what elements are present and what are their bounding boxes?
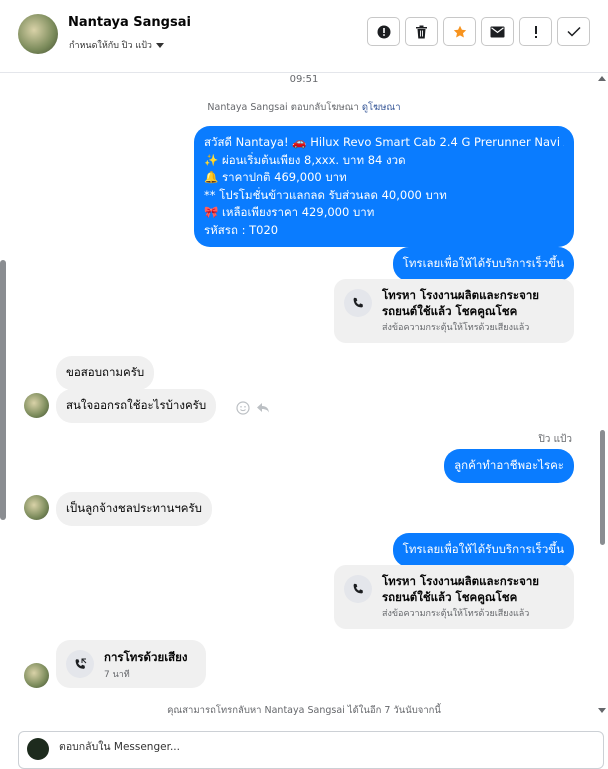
delete-button[interactable] (405, 17, 438, 46)
call-card-title: โทรหา โรงงานผลิตและกระจายรถยนต์ใช้แล้ว โ… (382, 288, 540, 318)
mark-done-button[interactable] (557, 17, 590, 46)
check-icon (566, 26, 581, 37)
view-ad-link[interactable]: ดูโฆษณา (362, 102, 401, 113)
message-actions (236, 401, 270, 415)
promo-line: ✨ ผ่อนเริ่มต้นเพียง 8,xxx. บาท 84 งวด (204, 152, 406, 167)
page-avatar (27, 738, 49, 760)
mail-icon (490, 26, 505, 37)
left-scrollbar[interactable] (0, 260, 6, 520)
star-button[interactable] (443, 17, 476, 46)
follow-up-button[interactable] (519, 17, 552, 46)
contact-avatar[interactable] (18, 14, 58, 54)
conversation-header: Nantaya Sangsai กำหนดให้กับ ปิว แป้ว (0, 0, 608, 73)
call-card[interactable]: โทรหา โรงงานผลิตและกระจายรถยนต์ใช้แล้ว โ… (334, 565, 574, 629)
incoming-message[interactable]: เป็นลูกจ้างชลประทานฯครับ (56, 492, 212, 526)
header-actions (367, 17, 590, 46)
chevron-down-icon (155, 43, 164, 48)
contact-avatar-small[interactable] (24, 393, 49, 418)
ad-reply-text: Nantaya Sangsai ตอบกลับโฆษณา (207, 102, 359, 113)
phone-icon (344, 575, 372, 603)
callback-note: คุณสามารถโทรกลับหา Nantaya Sangsai ได้ใน… (167, 705, 441, 716)
call-card[interactable]: โทรหา โรงงานผลิตและกระจายรถยนต์ใช้แล้ว โ… (334, 279, 574, 343)
contact-avatar-small[interactable] (24, 663, 49, 688)
missed-call-icon (66, 650, 94, 678)
contact-avatar-small[interactable] (24, 495, 49, 520)
reply-input[interactable] (57, 740, 581, 754)
reply-icon[interactable] (256, 401, 270, 415)
promo-line: ** โปรโมชั่นข้าวแลกลด รับส่วนลด 40,000 บ… (204, 187, 447, 202)
voice-call-title: การโทรด้วยเสียง (104, 650, 188, 664)
assign-label: กำหนดให้กับ ปิว แป้ว (69, 41, 152, 51)
contact-name[interactable]: Nantaya Sangsai (68, 15, 191, 30)
promo-line: สวัสดี Nantaya! 🚗 Hilux Revo Smart Cab 2… (204, 135, 564, 149)
call-now-button[interactable]: โทรเลยเพื่อให้ได้รับบริการเร็วขึ้น (392, 533, 574, 567)
call-card-subtitle: ส่งข้อความกระตุ้นให้โทรด้วยเสียงแล้ว (382, 323, 530, 333)
alert-circle-icon (377, 25, 390, 38)
promo-message[interactable]: สวัสดี Nantaya! 🚗 Hilux Revo Smart Cab 2… (194, 126, 574, 247)
incoming-message[interactable]: สนใจออกรถใช้อะไรบ้างครับ (56, 389, 217, 423)
reply-composer (18, 731, 604, 769)
right-scrollbar[interactable] (600, 430, 605, 545)
call-card-subtitle: ส่งข้อความกระตุ้นให้โทรด้วยเสียงแล้ว (382, 609, 530, 619)
exclamation-icon (534, 25, 537, 38)
phone-icon (344, 289, 372, 317)
promo-line: 🎀 เหลือเพียงราคา 429,000 บาท (204, 205, 375, 219)
emoji-react-icon[interactable] (236, 401, 250, 415)
incoming-message[interactable]: ขอสอบถามครับ (56, 356, 155, 390)
trash-icon (416, 25, 427, 38)
voice-call-time: 7 นาที (104, 670, 130, 680)
mark-unread-button[interactable] (481, 17, 514, 46)
call-now-button[interactable]: โทรเลยเพื่อให้ได้รับบริการเร็วขึ้น (392, 247, 574, 281)
promo-line: 🔔 ราคาปกติ 469,000 บาท (204, 170, 347, 184)
message-timestamp: 09:51 (289, 74, 319, 85)
outgoing-message[interactable]: ลูกค้าทำอาชีพอะไรคะ (444, 449, 574, 483)
promo-line: รหัสรถ : T020 (204, 222, 279, 237)
assign-dropdown[interactable]: กำหนดให้กับ ปิว แป้ว (69, 38, 164, 52)
agent-name-label: ปิว แป้ว (538, 434, 572, 445)
ad-reply-note: Nantaya Sangsai ตอบกลับโฆษณา ดูโฆษณา (0, 100, 608, 115)
voice-call-card[interactable]: การโทรด้วยเสียง 7 นาที (56, 640, 206, 688)
call-card-title: โทรหา โรงงานผลิตและกระจายรถยนต์ใช้แล้ว โ… (382, 574, 540, 604)
mark-spam-button[interactable] (367, 17, 400, 46)
star-icon (453, 25, 466, 37)
